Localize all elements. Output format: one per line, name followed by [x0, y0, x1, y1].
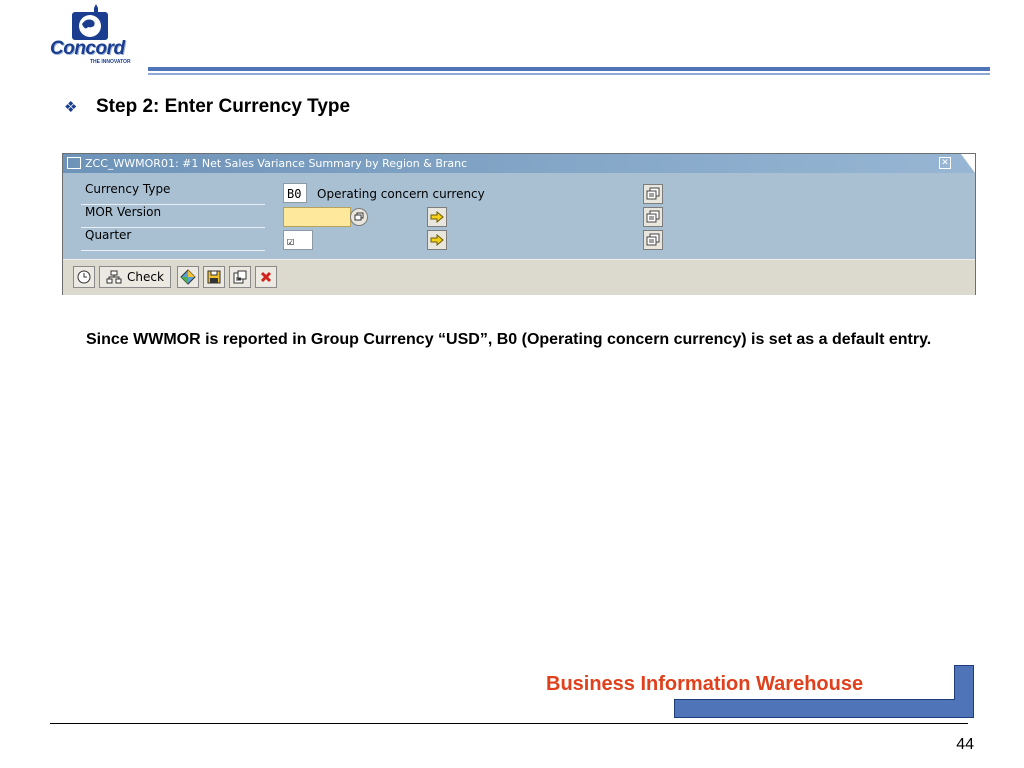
sap-toolbar: Check: [63, 259, 975, 295]
get-variant-icon: [233, 270, 247, 284]
sap-window-title: ZCC_WWMOR01: #1 Net Sales Variance Summa…: [85, 157, 468, 170]
currency-multiple-selection-button[interactable]: [643, 184, 663, 204]
quarter-input[interactable]: ☑: [283, 230, 313, 250]
check-button[interactable]: Check: [99, 266, 171, 288]
step-heading: ❖ Step 2: Enter Currency Type: [64, 96, 350, 118]
currency-type-input[interactable]: B0: [283, 183, 307, 203]
logo-tagline: THE INNOVATOR: [90, 59, 131, 65]
currency-type-description: Operating concern currency: [317, 187, 485, 201]
arrow-right-icon: [430, 234, 444, 246]
sap-selection-window: ZCC_WWMOR01: #1 Net Sales Variance Summa…: [62, 153, 976, 295]
mor-version-range-button[interactable]: [427, 207, 447, 227]
get-variant-button[interactable]: [229, 266, 251, 288]
multiple-selection-icon: [646, 233, 660, 246]
currency-type-label: Currency Type: [81, 182, 265, 205]
quarter-range-button[interactable]: [427, 230, 447, 250]
execute-button[interactable]: [73, 266, 95, 288]
footer-rule: [50, 723, 968, 724]
cancel-x-icon: [260, 271, 272, 283]
selection-area: Currency Type B0 Operating concern curre…: [63, 173, 975, 259]
quarter-multiple-selection-button[interactable]: [643, 230, 663, 250]
mor-version-input[interactable]: [283, 207, 351, 227]
mor-multiple-selection-button[interactable]: [643, 207, 663, 227]
save-disk-icon: [207, 270, 221, 284]
check-button-label: Check: [127, 270, 164, 284]
logo-brand: Concord: [50, 38, 125, 59]
bullet-icon: ❖: [64, 99, 78, 116]
close-icon[interactable]: ✕: [939, 157, 951, 169]
footer-bar-end: [954, 665, 974, 700]
footer-title: Business Information Warehouse: [546, 673, 866, 696]
window-icon: [67, 157, 81, 169]
search-help-icon: [354, 212, 364, 221]
title-bar-tail: [961, 154, 975, 173]
page-number: 44: [956, 736, 974, 753]
step-heading-text: Step 2: Enter Currency Type: [96, 96, 351, 117]
mor-version-label: MOR Version: [81, 205, 265, 228]
check-hierarchy-icon: [106, 270, 122, 284]
variant-diamond-icon: [180, 269, 196, 285]
header-rule-thin: [148, 73, 990, 75]
variant-button[interactable]: [177, 266, 199, 288]
concord-logo: Concord THE INNOVATOR: [50, 4, 140, 66]
sap-title-bar: ZCC_WWMOR01: #1 Net Sales Variance Summa…: [63, 154, 975, 173]
cancel-button[interactable]: [255, 266, 277, 288]
header-rule: [148, 67, 990, 71]
arrow-right-icon: [430, 211, 444, 223]
footer-bar: [674, 699, 974, 718]
explanation-text: Since WWMOR is reported in Group Currenc…: [86, 331, 932, 348]
execute-clock-icon: [77, 270, 91, 284]
mor-version-search-help-button[interactable]: [350, 208, 368, 226]
multiple-selection-icon: [646, 187, 660, 200]
multiple-selection-icon: [646, 210, 660, 223]
quarter-label: Quarter: [81, 228, 265, 251]
save-button[interactable]: [203, 266, 225, 288]
